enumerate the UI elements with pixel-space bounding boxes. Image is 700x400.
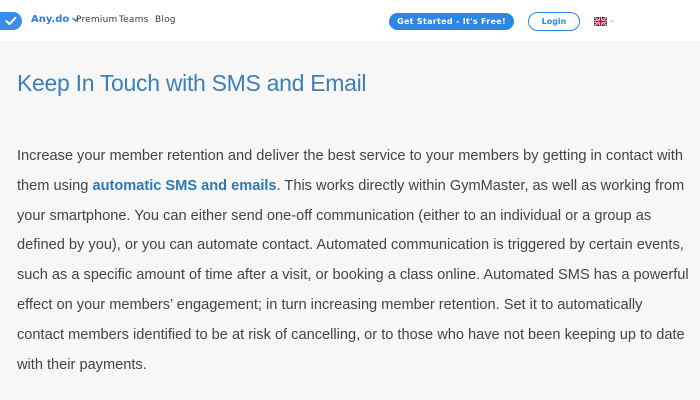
uk-flag-icon (594, 16, 607, 26)
article-paragraph: Increase your member retention and deliv… (17, 142, 689, 380)
nav-premium-link[interactable]: Premium (76, 15, 117, 25)
top-navigation-bar: Any.do Premium Teams Blog Get Started - … (0, 0, 700, 43)
nav-blog-link[interactable]: Blog (155, 15, 176, 25)
chevron-down-icon (609, 19, 615, 23)
brand-name: Any.do (31, 14, 70, 25)
login-button[interactable]: Login (528, 12, 580, 31)
page-title: Keep In Touch with SMS and Email (17, 70, 367, 96)
nav-teams-link[interactable]: Teams (119, 15, 148, 25)
language-selector[interactable] (594, 16, 618, 26)
get-started-button[interactable]: Get Started - It's Free! (389, 13, 514, 30)
brand-menu[interactable]: Any.do (31, 14, 80, 25)
checkmark-icon[interactable] (0, 12, 22, 30)
automatic-sms-emails-link[interactable]: automatic SMS and emails (92, 178, 276, 194)
paragraph-text-end: . This works directly within GymMaster, … (17, 177, 689, 373)
